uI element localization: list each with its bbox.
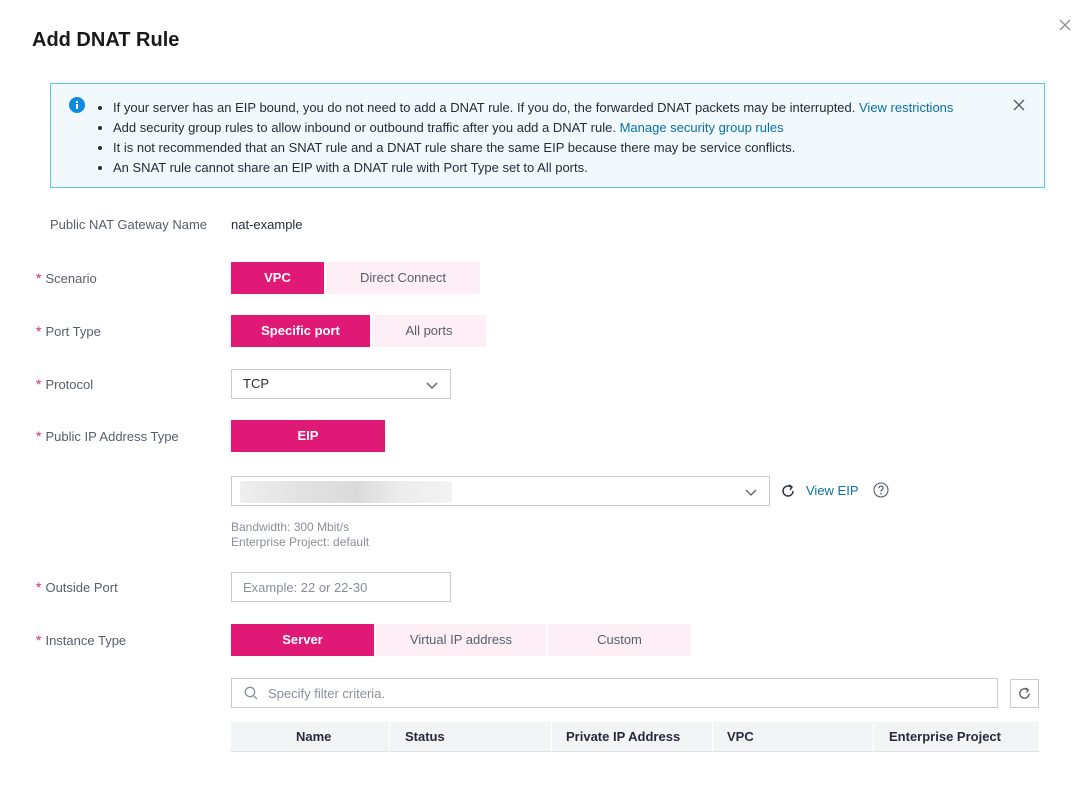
required-mark: * <box>36 579 42 595</box>
column-vpc[interactable]: VPC <box>727 722 754 752</box>
eip-bandwidth: Bandwidth: 300 Mbit/s <box>231 520 350 534</box>
instance-type-option-server[interactable]: Server <box>231 624 374 656</box>
notice-text: Add security group rules to allow inboun… <box>113 120 620 135</box>
filter-search-box[interactable] <box>231 678 998 708</box>
column-enterprise-project[interactable]: Enterprise Project <box>889 722 1001 752</box>
notice-close-icon[interactable] <box>1012 98 1026 112</box>
notice-item: Add security group rules to allow inboun… <box>96 118 953 138</box>
notice-panel: If your server has an EIP bound, you do … <box>50 83 1045 188</box>
notice-text: It is not recommended that an SNAT rule … <box>113 140 796 155</box>
notice-text: An SNAT rule cannot share an EIP with a … <box>113 160 588 175</box>
eip-value-redacted <box>240 481 452 503</box>
instance-type-label: * Instance Type <box>36 632 127 648</box>
column-private-ip[interactable]: Private IP Address <box>566 722 680 752</box>
view-restrictions-link[interactable]: View restrictions <box>859 100 953 115</box>
help-icon[interactable] <box>873 482 889 498</box>
required-mark: * <box>36 428 42 444</box>
refresh-icon <box>1019 687 1030 699</box>
eip-enterprise-project: Enterprise Project: default <box>231 535 370 549</box>
refresh-list-button[interactable] <box>1010 679 1039 708</box>
public-ip-type-option-eip[interactable]: EIP <box>231 420 385 452</box>
instance-type-option-virtual-ip[interactable]: Virtual IP address <box>376 624 546 656</box>
public-ip-type-label: * Public IP Address Type <box>36 428 179 444</box>
view-eip-link[interactable]: View EIP <box>806 483 859 498</box>
protocol-select[interactable]: TCP <box>231 369 451 399</box>
column-status[interactable]: Status <box>405 722 445 752</box>
manage-security-group-rules-link[interactable]: Manage security group rules <box>620 120 784 135</box>
notice-item: If your server has an EIP bound, you do … <box>96 98 953 118</box>
scenario-selector: VPC Direct Connect <box>231 262 480 294</box>
chevron-down-icon <box>745 489 757 496</box>
column-name[interactable]: Name <box>296 722 331 752</box>
port-type-label: * Port Type <box>36 323 101 339</box>
protocol-value: TCP <box>243 376 269 391</box>
scenario-label: * Scenario <box>36 270 97 286</box>
instance-table-header: Name Status Private IP Address VPC Enter… <box>231 722 1039 752</box>
gateway-name-value: nat-example <box>231 217 303 232</box>
gateway-name-label: Public NAT Gateway Name <box>50 217 208 232</box>
required-mark: * <box>36 323 42 339</box>
required-mark: * <box>36 632 42 648</box>
info-icon <box>69 97 85 113</box>
public-ip-type-selector: EIP <box>231 420 385 452</box>
outside-port-label: * Outside Port <box>36 579 118 595</box>
outside-port-input[interactable] <box>231 572 451 602</box>
instance-type-selector: Server Virtual IP address Custom <box>231 624 691 656</box>
notice-item: It is not recommended that an SNAT rule … <box>96 138 953 158</box>
port-type-option-specific[interactable]: Specific port <box>231 315 370 347</box>
port-type-option-all[interactable]: All ports <box>372 315 486 347</box>
chevron-down-icon <box>426 382 438 389</box>
refresh-icon[interactable] <box>780 483 796 499</box>
eip-select[interactable] <box>231 476 770 506</box>
dialog-title: Add DNAT Rule <box>32 29 180 51</box>
port-type-selector: Specific port All ports <box>231 315 486 347</box>
close-icon[interactable] <box>1056 16 1074 34</box>
notice-text: If your server has an EIP bound, you do … <box>113 100 859 115</box>
required-mark: * <box>36 376 42 392</box>
notice-list: If your server has an EIP bound, you do … <box>96 98 953 178</box>
scenario-option-vpc[interactable]: VPC <box>231 262 324 294</box>
notice-item: An SNAT rule cannot share an EIP with a … <box>96 158 953 178</box>
instance-type-option-custom[interactable]: Custom <box>548 624 691 656</box>
scenario-option-direct-connect[interactable]: Direct Connect <box>326 262 480 294</box>
required-mark: * <box>36 270 42 286</box>
search-icon <box>244 686 258 700</box>
protocol-label: * Protocol <box>36 376 94 392</box>
filter-input[interactable] <box>268 683 968 703</box>
